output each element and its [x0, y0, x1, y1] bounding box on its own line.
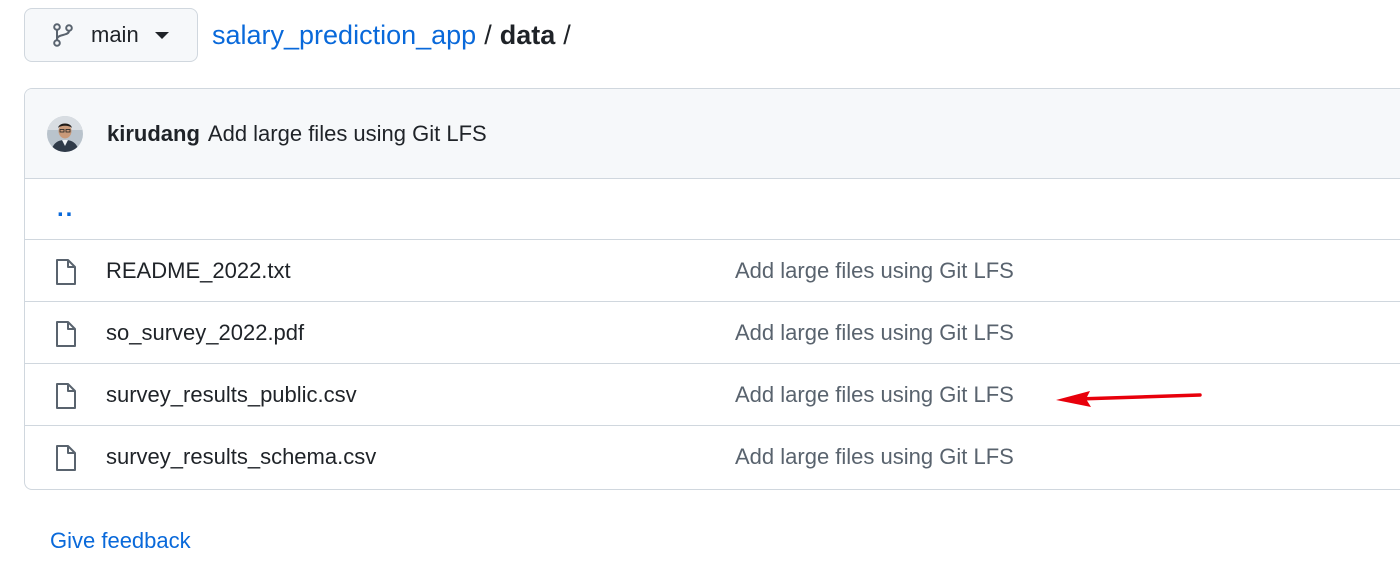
file-commit-message[interactable]: Add large files using Git LFS: [735, 320, 1014, 346]
breadcrumb-current-folder: data: [499, 19, 556, 50]
topbar: main salary_prediction_app / data /: [24, 8, 579, 62]
file-commit-message[interactable]: Add large files using Git LFS: [735, 382, 1014, 408]
annotation-arrow-icon: [1056, 391, 1202, 407]
file-name-link[interactable]: so_survey_2022.pdf: [106, 320, 304, 346]
file-icon: [54, 444, 78, 472]
breadcrumb-repo-link[interactable]: salary_prediction_app: [212, 20, 476, 51]
parent-directory-link[interactable]: ..: [57, 195, 74, 223]
file-name-link[interactable]: survey_results_public.csv: [106, 382, 357, 408]
file-row[interactable]: so_survey_2022.pdf Add large files using…: [25, 302, 1400, 364]
file-row[interactable]: README_2022.txt Add large files using Gi…: [25, 240, 1400, 302]
breadcrumb: salary_prediction_app / data /: [212, 20, 579, 51]
branch-selector-button[interactable]: main: [24, 8, 198, 62]
latest-commit-header: kirudang Add large files using Git LFS: [25, 89, 1400, 179]
file-icon: [54, 258, 78, 286]
avatar[interactable]: [47, 115, 83, 152]
give-feedback-link[interactable]: Give feedback: [50, 528, 191, 554]
commit-message[interactable]: Add large files using Git LFS: [208, 121, 487, 147]
breadcrumb-separator: /: [484, 19, 492, 50]
file-commit-message[interactable]: Add large files using Git LFS: [735, 444, 1014, 470]
breadcrumb-trailing-separator: /: [563, 19, 571, 50]
parent-directory-row[interactable]: ..: [25, 179, 1400, 240]
file-name-link[interactable]: survey_results_schema.csv: [106, 444, 376, 470]
file-icon: [54, 320, 78, 348]
commit-author[interactable]: kirudang: [107, 121, 200, 147]
branch-label: main: [91, 22, 139, 47]
file-list: kirudang Add large files using Git LFS .…: [24, 88, 1400, 490]
chevron-down-icon: [154, 31, 169, 39]
git-branch-icon: [51, 23, 75, 47]
file-icon: [54, 382, 78, 410]
file-name-link[interactable]: README_2022.txt: [106, 258, 291, 284]
file-row[interactable]: survey_results_schema.csv Add large file…: [25, 426, 1400, 488]
file-commit-message[interactable]: Add large files using Git LFS: [735, 258, 1014, 284]
